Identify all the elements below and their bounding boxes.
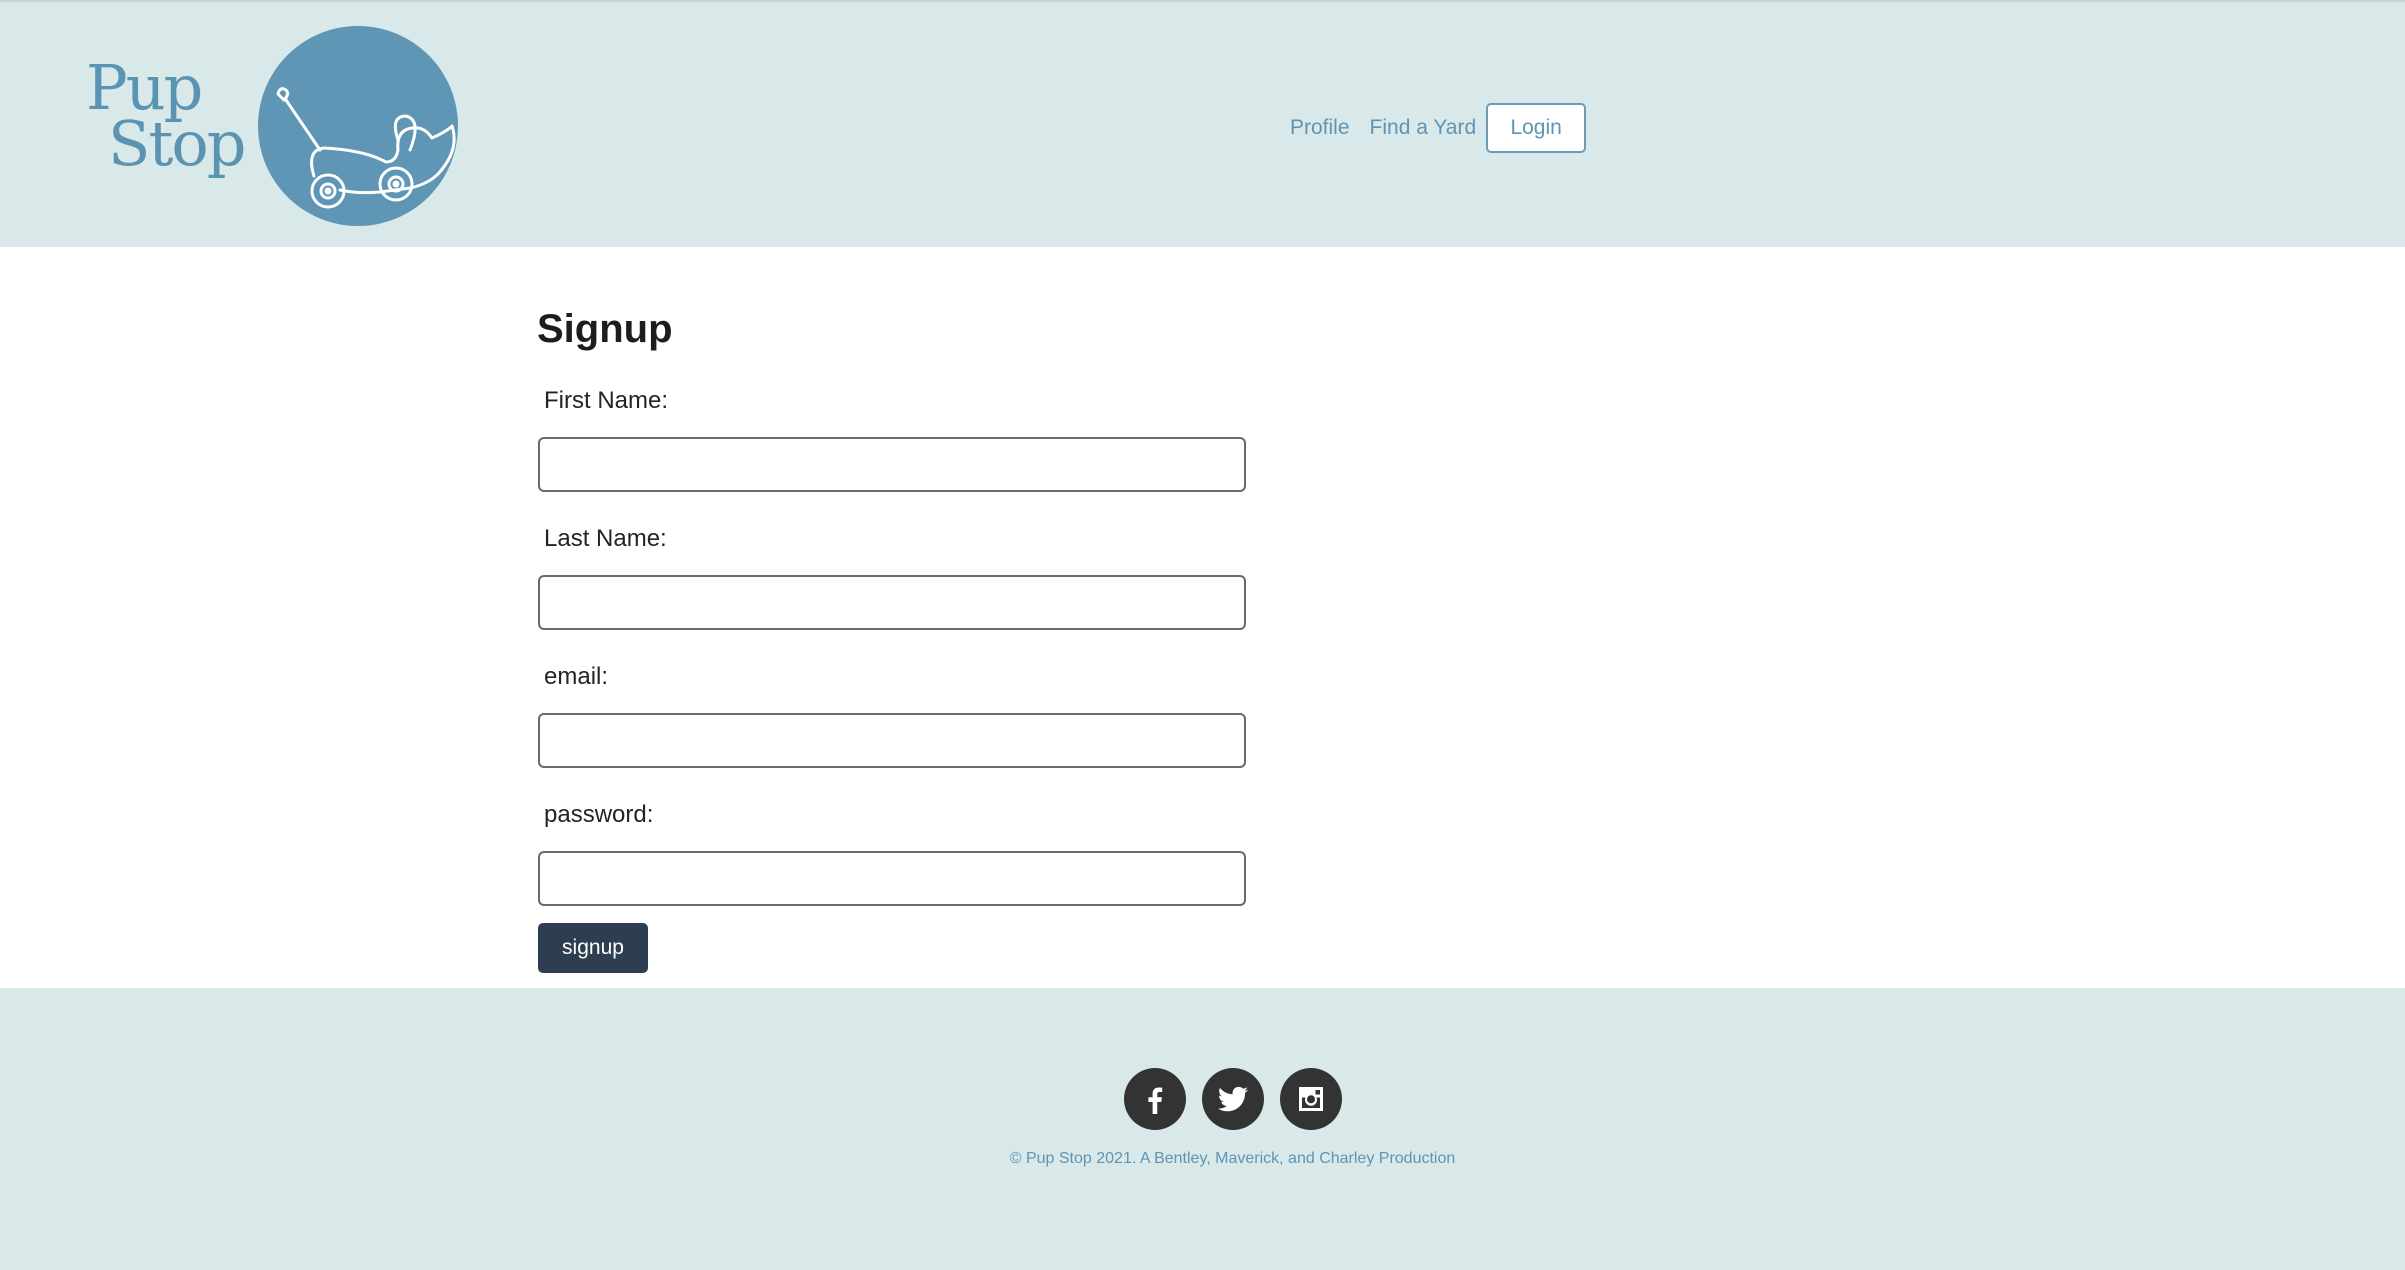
- signup-button[interactable]: signup: [538, 923, 648, 973]
- instagram-link[interactable]: [1279, 1068, 1342, 1130]
- first-name-input[interactable]: [538, 437, 1246, 492]
- last-name-label: Last Name:: [544, 525, 667, 552]
- last-name-input[interactable]: [538, 575, 1246, 630]
- logo-wordmark[interactable]: Pup Stop: [86, 57, 246, 180]
- nav-find-yard-link[interactable]: Find a Yard: [1360, 116, 1487, 140]
- facebook-icon: [1147, 1087, 1162, 1114]
- logo-line-2: Stop: [108, 107, 246, 180]
- twitter-link[interactable]: [1201, 1068, 1264, 1130]
- facebook-link[interactable]: [1123, 1068, 1186, 1130]
- email-input[interactable]: [538, 713, 1246, 768]
- signup-section: Signup First Name: Last Name: email: pas…: [0, 247, 2405, 988]
- nav-profile-link[interactable]: Profile: [1280, 116, 1360, 140]
- login-button[interactable]: Login: [1486, 103, 1587, 153]
- social-links: [0, 1068, 2405, 1130]
- email-label: email:: [544, 663, 609, 690]
- main-nav: Profile Find a Yard Login: [1280, 100, 1587, 156]
- instagram-icon: [1298, 1087, 1323, 1111]
- site-footer: © Pup Stop 2021. A Bentley, Maverick, an…: [0, 988, 2405, 1270]
- pull-toy-dog-icon: [276, 87, 456, 209]
- twitter-icon: [1217, 1086, 1248, 1112]
- first-name-label: First Name:: [544, 387, 669, 414]
- logo-emblem[interactable]: [258, 26, 458, 226]
- site-header: Pup Stop Profile Find a Yard Login: [0, 2, 2405, 247]
- password-label: password:: [544, 801, 654, 828]
- password-input[interactable]: [538, 851, 1246, 906]
- page-title: Signup: [537, 307, 673, 351]
- copyright-text: © Pup Stop 2021. A Bentley, Maverick, an…: [1009, 1150, 1456, 1167]
